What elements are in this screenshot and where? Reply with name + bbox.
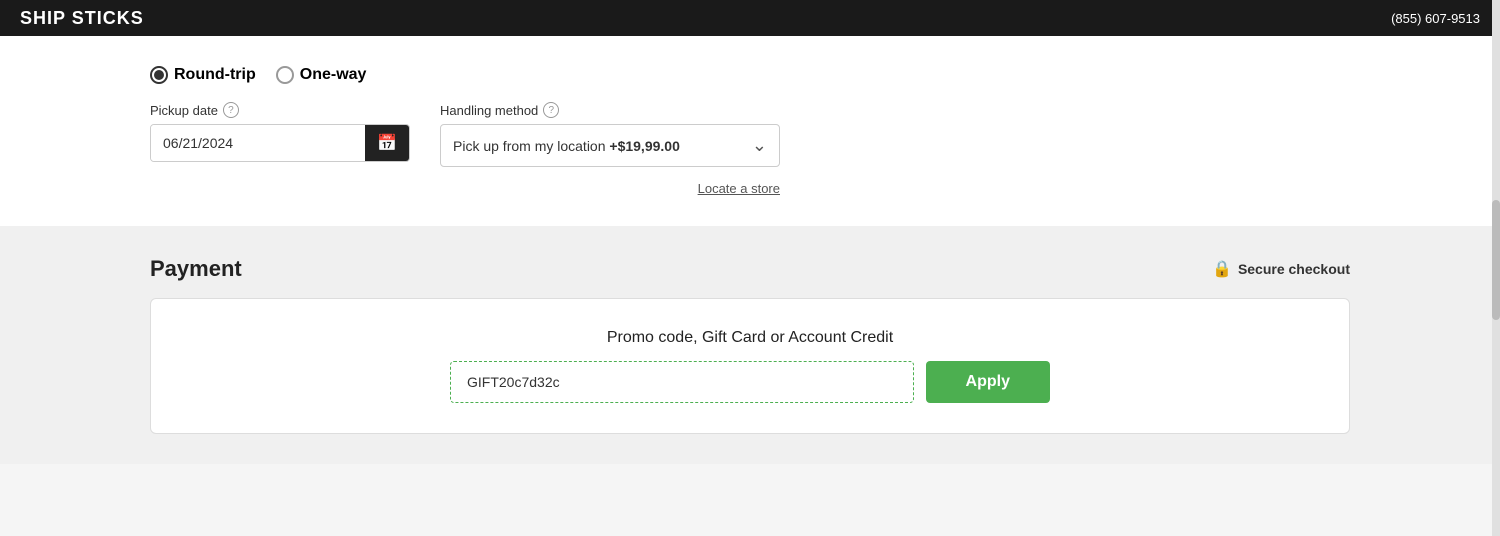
promo-row: Apply <box>450 361 1050 403</box>
roundtrip-option[interactable]: Round-trip <box>150 66 256 84</box>
form-row: Pickup date ? 📅 Handling method ? Pick u… <box>150 102 1350 196</box>
chevron-down-icon: ⌄ <box>752 135 767 156</box>
calendar-button[interactable]: 📅 <box>365 125 409 161</box>
oneway-label: One-way <box>300 66 367 84</box>
main-section: Round-trip One-way Pickup date ? 📅 Han <box>0 36 1500 226</box>
secure-checkout-badge: 🔒 Secure checkout <box>1212 259 1350 279</box>
locate-store-link[interactable]: Locate a store <box>698 181 780 196</box>
pickup-help-icon[interactable]: ? <box>223 102 239 118</box>
lock-icon: 🔒 <box>1212 259 1232 279</box>
pickup-date-group: Pickup date ? 📅 <box>150 102 410 162</box>
handling-method-group: Handling method ? Pick up from my locati… <box>440 102 780 196</box>
handling-method-label: Handling method ? <box>440 102 780 118</box>
handling-help-icon[interactable]: ? <box>543 102 559 118</box>
calendar-icon: 📅 <box>377 133 397 153</box>
secure-checkout-label: Secure checkout <box>1238 261 1350 277</box>
scrollbar[interactable] <box>1492 0 1500 536</box>
payment-card: Promo code, Gift Card or Account Credit … <box>150 298 1350 434</box>
handling-method-dropdown[interactable]: Pick up from my location +$19,99.00 ⌄ <box>440 124 780 167</box>
roundtrip-radio-dot <box>154 70 164 80</box>
top-bar: SHIP STICKS (855) 607-9513 <box>0 0 1500 36</box>
apply-button[interactable]: Apply <box>926 361 1050 403</box>
date-input-wrapper: 📅 <box>150 124 410 162</box>
promo-input[interactable] <box>450 361 914 403</box>
scrollbar-thumb[interactable] <box>1492 200 1500 320</box>
oneway-option[interactable]: One-way <box>276 66 367 84</box>
promo-label: Promo code, Gift Card or Account Credit <box>607 329 893 347</box>
handling-selected-text: Pick up from my location +$19,99.00 <box>453 138 680 154</box>
roundtrip-label: Round-trip <box>174 66 256 84</box>
phone-number: (855) 607-9513 <box>1391 11 1480 26</box>
oneway-radio[interactable] <box>276 66 294 84</box>
locate-store-row: Locate a store <box>440 181 780 196</box>
payment-header: Payment 🔒 Secure checkout <box>150 256 1350 282</box>
promo-section: Promo code, Gift Card or Account Credit … <box>191 329 1309 403</box>
payment-title: Payment <box>150 256 242 282</box>
trip-type-selector: Round-trip One-way <box>150 66 1350 84</box>
pickup-date-input[interactable] <box>151 125 365 161</box>
logo: SHIP STICKS <box>20 8 144 29</box>
pickup-date-label: Pickup date ? <box>150 102 410 118</box>
roundtrip-radio[interactable] <box>150 66 168 84</box>
payment-section: Payment 🔒 Secure checkout Promo code, Gi… <box>0 226 1500 464</box>
